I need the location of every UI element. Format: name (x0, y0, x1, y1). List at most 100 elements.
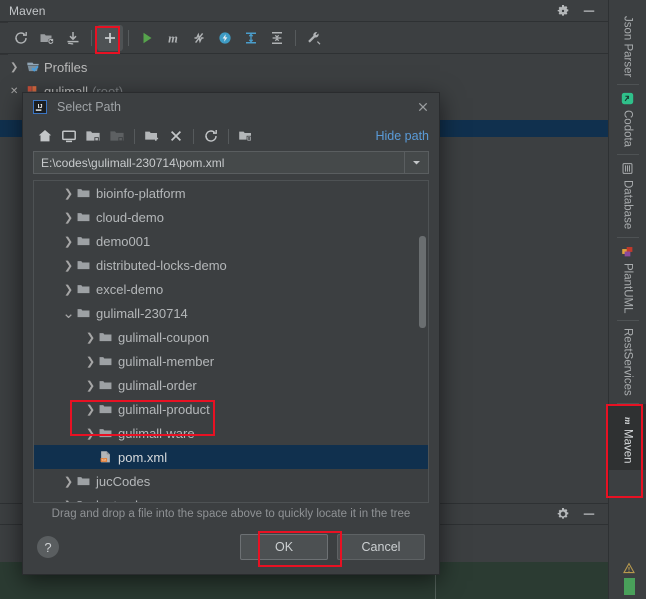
ok-button[interactable]: OK (240, 534, 328, 560)
maven-pom-icon: <> (100, 451, 110, 463)
tree-row[interactable]: ❯ gulimall-ware (34, 421, 428, 445)
refresh-icon[interactable] (199, 124, 223, 148)
chevron-right-icon[interactable]: ❯ (62, 259, 75, 272)
tree-row[interactable]: ❯ gulimall-order (34, 373, 428, 397)
home-icon[interactable] (33, 124, 57, 148)
tree-row-label: gulimall-member (118, 353, 215, 369)
project-folder-icon[interactable] (81, 124, 105, 148)
offline-mode-icon[interactable] (212, 25, 238, 51)
folder-icon (77, 309, 90, 318)
minimize-icon[interactable] (582, 507, 596, 521)
chevron-right-icon[interactable]: ❯ (84, 379, 97, 392)
tree-row[interactable]: ❯ demo001 (34, 229, 428, 253)
toolbar-separator (91, 30, 92, 46)
close-icon[interactable] (415, 99, 431, 115)
new-folder-icon[interactable] (140, 124, 164, 148)
codota-icon (621, 93, 634, 105)
warning-triangle-icon[interactable] (622, 562, 636, 575)
svg-text:m: m (622, 417, 633, 424)
chevron-right-icon[interactable]: ❯ (62, 187, 75, 200)
tree-row[interactable]: ❯ gulimall-coupon (34, 325, 428, 349)
select-path-dialog: IJ Select Path Hide path E:\codes\gulima… (22, 92, 440, 575)
gear-icon[interactable] (556, 507, 570, 521)
inspection-status-chip[interactable] (624, 578, 635, 595)
maven-toolbar: m (0, 23, 608, 54)
tree-row-label: gulimall-order (118, 377, 197, 393)
tree-row-label: leetcode (96, 498, 145, 503)
maven-m-icon: m (622, 417, 633, 424)
collapse-all-icon[interactable] (264, 25, 290, 51)
tree-row[interactable]: ❯ excel-demo (34, 277, 428, 301)
tree-row-selected[interactable]: <> pom.xml (34, 445, 428, 469)
tree-row-label: distributed-locks-demo (96, 257, 227, 273)
drag-drop-hint: Drag and drop a file into the space abov… (51, 508, 411, 520)
tree-row-label: bioinfo-platform (96, 185, 186, 201)
show-hidden-files-icon[interactable] (234, 124, 258, 148)
run-icon[interactable] (134, 25, 160, 51)
maven-tree-row-profiles[interactable]: ❯ Profiles (0, 55, 608, 79)
chevron-right-icon[interactable]: ❯ (62, 211, 75, 224)
folder-icon (99, 357, 112, 366)
chevron-right-icon[interactable]: ❯ (84, 427, 97, 440)
chevron-right-icon[interactable]: ❯ (62, 235, 75, 248)
tree-row[interactable]: ❯ bioinfo-platform (34, 181, 428, 205)
tree-row[interactable]: ❯ gulimall-member (34, 349, 428, 373)
gear-icon[interactable] (556, 4, 570, 18)
tree-row[interactable]: ❯ gulimall-product (34, 397, 428, 421)
chevron-right-icon[interactable]: ❯ (62, 475, 75, 488)
delete-icon[interactable] (164, 124, 188, 148)
chevron-right-icon[interactable]: ❯ (10, 62, 24, 73)
tree-row-label: excel-demo (96, 281, 164, 297)
tab-restservices[interactable]: RestServices (609, 321, 646, 403)
file-system-tree[interactable]: ❯ bioinfo-platform ❯ cloud-demo ❯ demo001 ❯ dis… (33, 180, 429, 503)
generate-sources-icon[interactable] (34, 25, 60, 51)
tab-label: Codota (621, 110, 634, 148)
chevron-right-icon[interactable]: ❯ (84, 331, 97, 344)
tree-row-label: gulimall-product (118, 401, 210, 417)
tree-row[interactable]: ❯ leetcode (34, 493, 428, 503)
folder-icon (77, 189, 90, 198)
database-icon (622, 163, 633, 175)
folder-icon (99, 381, 112, 390)
toolbar-separator (128, 30, 129, 46)
path-input[interactable]: E:\codes\gulimall-230714\pom.xml (33, 151, 429, 174)
tree-row[interactable]: ❯ distributed-locks-demo (34, 253, 428, 277)
hide-path-link[interactable]: Hide path (375, 129, 429, 143)
maven-m-icon[interactable]: m (160, 25, 186, 51)
tab-label: RestServices (621, 328, 634, 396)
maven-settings-icon[interactable] (301, 25, 327, 51)
tab-plantuml[interactable]: PlantUML (609, 238, 646, 321)
add-maven-project-icon[interactable] (97, 25, 123, 51)
cancel-button[interactable]: Cancel (337, 534, 425, 560)
dialog-toolbar: Hide path (23, 121, 439, 151)
tab-maven[interactable]: m Maven (609, 403, 646, 471)
tab-database[interactable]: Database (609, 155, 646, 236)
download-sources-icon[interactable] (60, 25, 86, 51)
desktop-icon[interactable] (57, 124, 81, 148)
plantuml-icon (622, 246, 633, 257)
maven-tool-window-header: Maven (0, 0, 608, 22)
tab-label: Database (621, 180, 634, 230)
tree-row[interactable]: ⌄ gulimall-230714 (34, 301, 428, 325)
tab-codota[interactable]: Codota (609, 85, 646, 154)
tree-row[interactable]: ❯ cloud-demo (34, 205, 428, 229)
tree-row[interactable]: ❯ jucCodes (34, 469, 428, 493)
folder-icon (99, 405, 112, 414)
tab-json-parser[interactable]: Json Parser (609, 0, 646, 84)
tree-row-label: demo001 (96, 233, 151, 249)
help-button[interactable]: ? (37, 536, 59, 558)
chevron-down-icon[interactable] (404, 152, 428, 173)
tree-row-label: gulimall-ware (118, 425, 195, 441)
toggle-skip-tests-icon[interactable] (186, 25, 212, 51)
chevron-right-icon[interactable]: ❯ (84, 403, 97, 416)
profiles-icon (27, 62, 39, 72)
minimize-icon[interactable] (582, 4, 596, 18)
folder-icon (77, 213, 90, 222)
reimport-icon[interactable] (8, 25, 34, 51)
chevron-right-icon[interactable]: ❯ (62, 499, 75, 503)
chevron-down-icon[interactable]: ⌄ (62, 304, 75, 322)
tree-scrollbar[interactable] (419, 236, 426, 328)
chevron-right-icon[interactable]: ❯ (84, 355, 97, 368)
chevron-right-icon[interactable]: ❯ (62, 283, 75, 296)
expand-all-icon[interactable] (238, 25, 264, 51)
